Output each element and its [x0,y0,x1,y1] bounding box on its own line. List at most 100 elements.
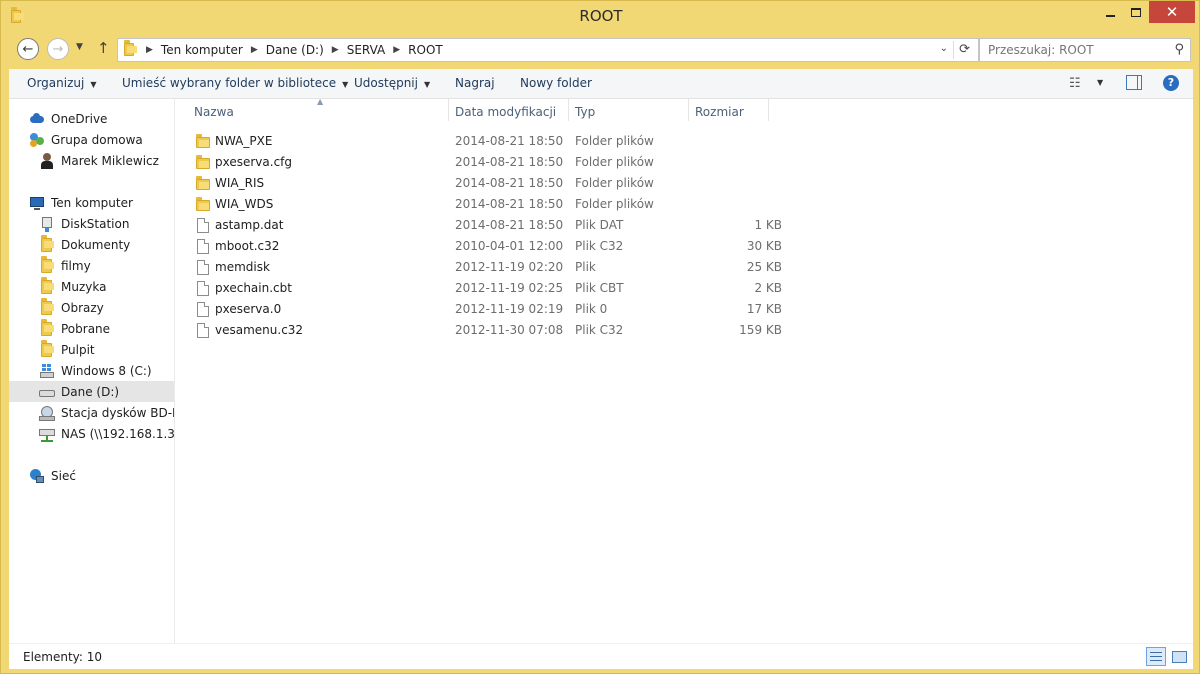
nav-item-onedrive[interactable]: OneDrive [29,108,107,129]
nav-item-nas[interactable]: NAS (\\192.168.1.3) (N [39,423,175,444]
search-icon[interactable]: ⚲ [1174,42,1184,57]
nav-item-homegroup[interactable]: Grupa domowa [29,129,143,150]
title-bar[interactable]: ROOT ✕ [1,1,1200,33]
nav-item-filmy[interactable]: filmy [39,255,91,276]
file-row[interactable]: pxeserva.0 2012-11-19 02:19 Plik 0 17 KB [194,299,784,320]
breadcrumb-serva[interactable]: SERVA [347,43,386,57]
new-folder-button[interactable]: Nowy folder [520,76,592,90]
nav-label: Windows 8 (C:) [61,363,152,378]
breadcrumb-ten-komputer[interactable]: Ten komputer [161,43,243,57]
file-type: Plik DAT [575,218,624,232]
nav-label: OneDrive [51,111,108,126]
nav-item-dokumenty[interactable]: Dokumenty [39,234,130,255]
file-type: Folder plików [575,176,654,190]
nav-item-dane-drive[interactable]: Dane (D:) [9,381,174,402]
organize-menu[interactable]: Organizuj ▼ [27,76,96,90]
item-count: Elementy: 10 [23,650,103,664]
nav-item-user[interactable]: Marek Miklewicz [39,150,159,171]
drive-icon [39,384,55,400]
file-icon [196,323,211,338]
search-box[interactable]: ⚲ [979,38,1191,62]
up-button[interactable]: ↑ [97,39,110,57]
file-list[interactable]: Nazwa ▲ Data modyfikacji Typ Rozmiar NWA… [176,97,1193,643]
share-menu[interactable]: Udostępnij ▼ [354,76,430,90]
arrow-right-icon: → [52,41,64,57]
address-row: ← → ▼ ↑ ▶ Ten komputer ▶ Dane (D:) ▶ SER… [9,35,1193,65]
file-icon [196,281,211,296]
network-icon [29,468,45,484]
nav-item-pobrane[interactable]: Pobrane [39,318,110,339]
nav-label: NAS (\\192.168.1.3) (N [61,426,175,441]
window-title: ROOT [579,7,623,25]
nav-label: Dokumenty [61,237,131,252]
file-row[interactable]: NWA_PXE 2014-08-21 18:50 Folder plików [194,131,784,152]
column-header-date[interactable]: Data modyfikacji [455,105,556,119]
chevron-right-icon: ▶ [146,45,153,55]
file-date: 2014-08-21 18:50 [455,218,564,232]
file-date: 2012-11-19 02:25 [455,281,564,295]
chevron-right-icon[interactable]: ▶ [332,45,339,55]
back-button[interactable]: ← [17,38,39,60]
nav-label: Pobrane [61,321,111,336]
nav-item-diskstation[interactable]: DiskStation [39,213,129,234]
recent-locations-button[interactable]: ▼ [76,42,83,52]
nav-item-muzyka[interactable]: Muzyka [39,276,106,297]
burn-button[interactable]: Nagraj [455,76,495,90]
chevron-down-icon[interactable]: ⌄ [940,43,948,54]
chevron-right-icon[interactable]: ▶ [251,45,258,55]
forward-button[interactable]: → [47,38,69,60]
nav-item-network[interactable]: Sieć [29,465,76,486]
file-size: 25 KB [746,260,782,274]
file-row[interactable]: vesamenu.c32 2012-11-30 07:08 Plik C32 159 … [194,320,784,341]
close-button[interactable]: ✕ [1149,1,1195,23]
file-row[interactable]: memdisk 2012-11-19 02:20 Plik 25 KB [194,257,784,278]
details-view-icon[interactable] [1146,647,1166,666]
refresh-icon[interactable]: ⟳ [959,42,970,57]
nav-label: filmy [61,258,91,273]
nav-item-windows-drive[interactable]: Windows 8 (C:) [39,360,152,381]
column-header-name[interactable]: Nazwa [194,105,234,119]
minimize-button[interactable] [1097,1,1123,23]
chevron-right-icon[interactable]: ▶ [393,45,400,55]
column-divider[interactable] [568,99,569,121]
column-divider[interactable] [688,99,689,121]
maximize-button[interactable] [1123,1,1149,23]
file-row[interactable]: WIA_WDS 2014-08-21 18:50 Folder plików [194,194,784,215]
help-icon[interactable]: ? [1163,75,1179,91]
file-row[interactable]: astamp.dat 2014-08-21 18:50 Plik DAT 1 KB [194,215,784,236]
file-date: 2010-04-01 12:00 [455,239,564,253]
file-date: 2014-08-21 18:50 [455,155,564,169]
nav-item-pulpit[interactable]: Pulpit [39,339,95,360]
file-name: mboot.c32 [215,239,280,253]
nav-item-bd-drive[interactable]: Stacja dysków BD-RO [39,402,174,423]
view-options-icon[interactable]: ☷ [1069,76,1081,91]
caret-down-icon: ▼ [342,80,349,89]
file-row[interactable]: pxeserva.cfg 2014-08-21 18:50 Folder plikó… [194,152,784,173]
column-header-type[interactable]: Typ [575,105,595,119]
column-divider[interactable] [768,99,769,121]
music-folder-icon [39,276,55,295]
file-type: Plik CBT [575,281,624,295]
column-divider[interactable] [448,99,449,121]
breadcrumb-root[interactable]: ROOT [408,43,443,57]
sort-ascending-icon: ▲ [317,97,324,106]
nav-item-this-pc[interactable]: Ten komputer [29,192,133,213]
file-row[interactable]: mboot.c32 2010-04-01 12:00 Plik C32 30 KB [194,236,784,257]
column-header-size[interactable]: Rozmiar [695,105,744,119]
file-name: WIA_RIS [215,176,265,190]
network-folder-icon [39,216,55,232]
large-icons-view-icon[interactable] [1170,648,1188,665]
breadcrumb-dane-d[interactable]: Dane (D:) [266,43,324,57]
search-input[interactable] [980,39,1160,61]
preview-pane-icon[interactable] [1126,75,1142,90]
file-row[interactable]: WIA_RIS 2014-08-21 18:50 Folder plików [194,173,784,194]
address-bar[interactable]: ▶ Ten komputer ▶ Dane (D:) ▶ SERVA ▶ ROO… [117,38,979,62]
include-in-library-menu[interactable]: Umieść wybrany folder w bibliotece ▼ [122,76,348,90]
homegroup-icon [29,132,45,148]
nav-label: Stacja dysków BD-RO [61,405,174,420]
navigation-pane[interactable]: OneDrive Grupa domowa Marek Miklewicz Te… [9,99,175,643]
file-size: 2 KB [754,281,782,295]
caret-down-icon[interactable]: ▼ [1097,78,1103,87]
nav-item-obrazy[interactable]: Obrazy [39,297,104,318]
file-row[interactable]: pxechain.cbt 2012-11-19 02:25 Plik CBT 2 KB [194,278,784,299]
